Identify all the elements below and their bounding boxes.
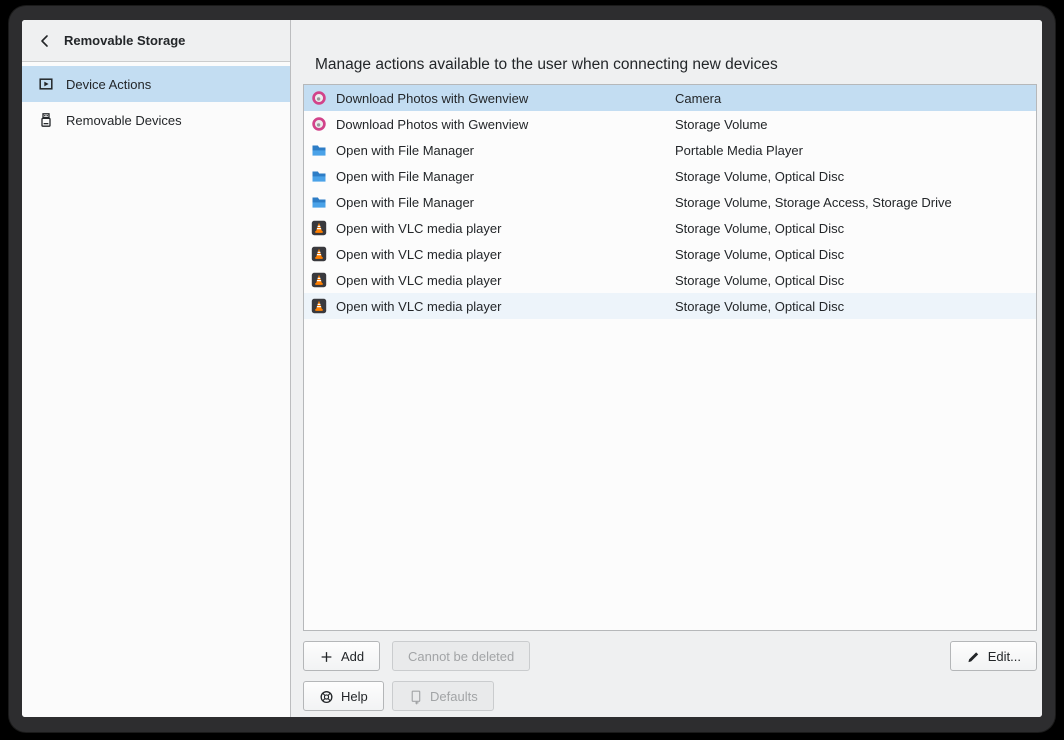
window-frame: Removable Storage Device Actions Removab… [9, 6, 1055, 732]
device-actions-list[interactable]: Download Photos with Gwenview Camera Dow… [303, 84, 1037, 631]
device-types-cell: Storage Volume [675, 117, 1036, 132]
back-button[interactable] [36, 32, 54, 50]
device-types-cell: Storage Volume, Optical Disc [675, 273, 1036, 288]
sidebar-header: Removable Storage [22, 20, 290, 62]
page-title: Manage actions available to the user whe… [315, 56, 778, 74]
device-types-cell: Storage Volume, Optical Disc [675, 299, 1036, 314]
action-cell: Open with VLC media player [304, 246, 675, 262]
pencil-icon [966, 649, 981, 664]
back-chevron-icon [37, 33, 53, 49]
cannot-be-deleted-label: Cannot be deleted [408, 649, 514, 664]
sidebar: Removable Storage Device Actions Removab… [22, 20, 291, 717]
device-types-cell: Portable Media Player [675, 143, 1036, 158]
action-cell: Download Photos with Gwenview [304, 90, 675, 106]
action-label: Download Photos with Gwenview [336, 117, 528, 132]
device-types-cell: Storage Volume, Optical Disc [675, 169, 1036, 184]
vlc-icon [311, 298, 327, 314]
sidebar-item-label: Device Actions [66, 77, 151, 92]
action-list-row[interactable]: Open with VLC media player Storage Volum… [304, 241, 1036, 267]
sidebar-list: Device Actions Removable Devices [22, 62, 290, 138]
action-label: Open with VLC media player [336, 221, 501, 236]
device-actions-icon [38, 76, 54, 92]
action-list-row[interactable]: Open with VLC media player Storage Volum… [304, 267, 1036, 293]
action-list-row[interactable]: Open with VLC media player Storage Volum… [304, 293, 1036, 319]
add-button[interactable]: Add [303, 641, 380, 671]
defaults-button[interactable]: Defaults [392, 681, 494, 711]
action-cell: Open with File Manager [304, 142, 675, 158]
settings-window: Removable Storage Device Actions Removab… [22, 20, 1042, 717]
add-button-label: Add [341, 649, 364, 664]
action-list-row[interactable]: Open with VLC media player Storage Volum… [304, 215, 1036, 241]
vlc-icon [311, 272, 327, 288]
device-types-cell: Storage Volume, Storage Access, Storage … [675, 195, 1036, 210]
action-label: Open with VLC media player [336, 273, 501, 288]
action-list-row[interactable]: Download Photos with Gwenview Storage Vo… [304, 111, 1036, 137]
main-pane: Manage actions available to the user whe… [291, 20, 1042, 717]
action-cell: Open with File Manager [304, 194, 675, 210]
edit-button-label: Edit... [988, 649, 1021, 664]
sidebar-item-label: Removable Devices [66, 113, 182, 128]
defaults-button-label: Defaults [430, 689, 478, 704]
action-label: Open with VLC media player [336, 247, 501, 262]
edit-button[interactable]: Edit... [950, 641, 1037, 671]
file-manager-icon [311, 142, 327, 158]
action-cell: Open with VLC media player [304, 220, 675, 236]
action-label: Download Photos with Gwenview [336, 91, 528, 106]
help-button[interactable]: Help [303, 681, 384, 711]
sidebar-title: Removable Storage [64, 33, 185, 48]
gwenview-icon [311, 90, 327, 106]
device-actions-rows: Download Photos with Gwenview Camera Dow… [304, 85, 1036, 319]
gwenview-icon [311, 116, 327, 132]
action-list-row[interactable]: Open with File Manager Storage Volume, S… [304, 189, 1036, 215]
vlc-icon [311, 220, 327, 236]
action-label: Open with File Manager [336, 195, 474, 210]
action-list-row[interactable]: Open with File Manager Storage Volume, O… [304, 163, 1036, 189]
help-button-label: Help [341, 689, 368, 704]
plus-icon [319, 649, 334, 664]
device-types-cell: Camera [675, 91, 1036, 106]
removable-devices-icon [38, 112, 54, 128]
file-manager-icon [311, 168, 327, 184]
action-list-row[interactable]: Open with File Manager Portable Media Pl… [304, 137, 1036, 163]
action-cell: Open with File Manager [304, 168, 675, 184]
action-label: Open with VLC media player [336, 299, 501, 314]
device-types-cell: Storage Volume, Optical Disc [675, 221, 1036, 236]
device-types-cell: Storage Volume, Optical Disc [675, 247, 1036, 262]
action-list-row[interactable]: Download Photos with Gwenview Camera [304, 85, 1036, 111]
defaults-revert-icon [408, 689, 423, 704]
action-label: Open with File Manager [336, 169, 474, 184]
screen: Removable Storage Device Actions Removab… [0, 0, 1064, 740]
action-label: Open with File Manager [336, 143, 474, 158]
help-lifering-icon [319, 689, 334, 704]
vlc-icon [311, 246, 327, 262]
action-cell: Download Photos with Gwenview [304, 116, 675, 132]
sidebar-item-removable-devices[interactable]: Removable Devices [22, 102, 290, 138]
file-manager-icon [311, 194, 327, 210]
action-cell: Open with VLC media player [304, 298, 675, 314]
cannot-be-deleted-button[interactable]: Cannot be deleted [392, 641, 530, 671]
sidebar-item-device-actions[interactable]: Device Actions [22, 66, 290, 102]
action-cell: Open with VLC media player [304, 272, 675, 288]
